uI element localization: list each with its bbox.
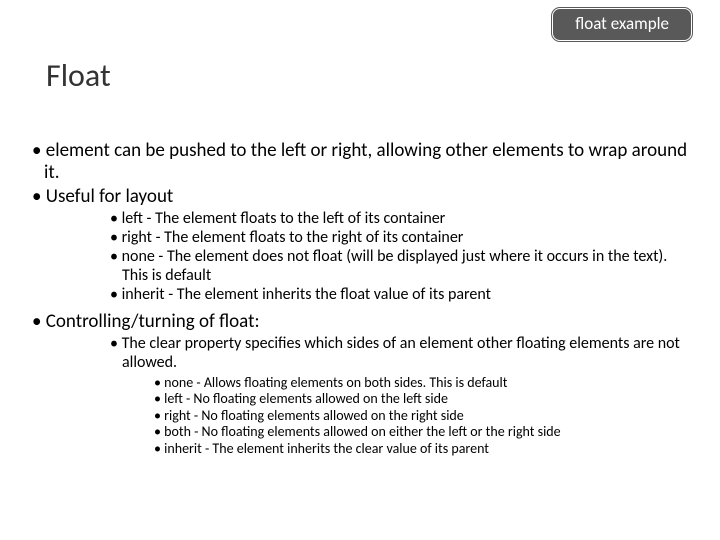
bullet-level3: none - Allows floating elements on both …: [30, 375, 690, 392]
bullet-level3: left - No floating elements allowed on t…: [30, 391, 690, 408]
bullet-level3: right - No floating elements allowed on …: [30, 408, 690, 425]
bullet-level3: both - No floating elements allowed on e…: [30, 424, 690, 441]
bullet-level1: Controlling/turning of float:: [30, 311, 690, 333]
bullet-level1: element can be pushed to the left or rig…: [30, 140, 690, 185]
bullet-level2: right - The element floats to the right …: [30, 229, 690, 248]
bullet-level2: The clear property specifies which sides…: [30, 335, 690, 373]
slide-title: Float: [46, 56, 111, 95]
bullet-level1: Useful for layout: [30, 186, 690, 208]
bullet-level2: left - The element floats to the left of…: [30, 210, 690, 229]
bullet-level2: inherit - The element inherits the float…: [30, 286, 690, 305]
bullet-level2: none - The element does not float (will …: [30, 248, 690, 286]
example-badge: float example: [552, 8, 692, 41]
bullet-level3: inherit - The element inherits the clear…: [30, 441, 690, 458]
slide-body: element can be pushed to the left or rig…: [30, 140, 690, 457]
